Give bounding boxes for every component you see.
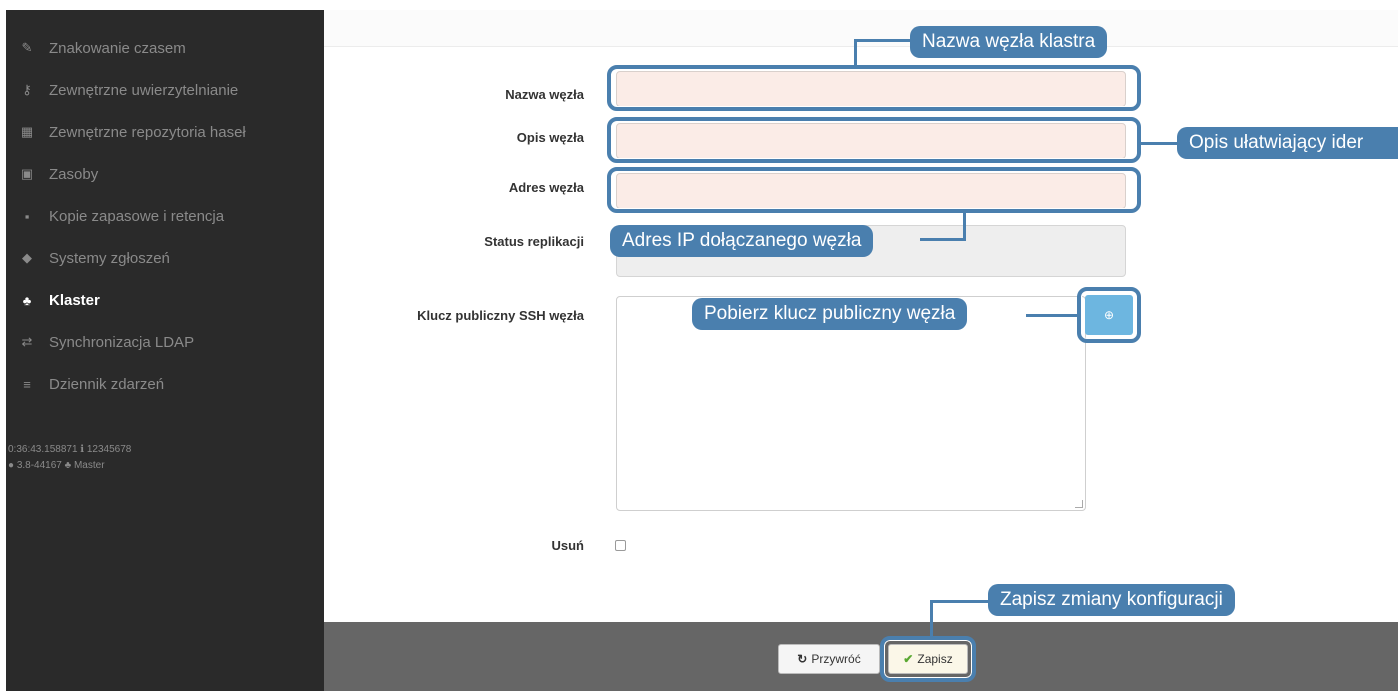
node-name-label: Nazwa węzła: [505, 87, 584, 102]
sidebar-item-external-auth[interactable]: ⚷ Zewnętrzne uwierzytelnianie: [6, 76, 238, 104]
node-address-label: Adres węzła: [508, 180, 584, 195]
connector-line: [930, 600, 933, 638]
sidebar-item-timestamping[interactable]: ✎ Znakowanie czasem: [6, 34, 186, 62]
sidebar: ✎ Znakowanie czasem ⚷ Zewnętrzne uwierzy…: [6, 10, 324, 691]
system-time-line: 0:36:43.158871 ℹ 12345678: [8, 444, 132, 455]
sidebar-item-label: Kopie zapasowe i retencja: [49, 207, 225, 225]
callout-download-key: Pobierz klucz publiczny węzła: [692, 298, 968, 330]
sidebar-item-cluster[interactable]: ♣ Klaster: [6, 286, 100, 314]
resize-grip-icon[interactable]: [1075, 500, 1083, 508]
callout-node-name: Nazwa węzła klastra: [910, 26, 1108, 58]
sidebar-item-event-log[interactable]: ≡ Dziennik zdarzeń: [6, 370, 164, 398]
callout-save: Zapisz zmiany konfiguracji: [988, 584, 1235, 616]
highlight-node-name: [607, 65, 1141, 111]
sidebar-item-label: Klaster: [49, 291, 100, 309]
sidebar-item-label: Zewnętrzne uwierzytelnianie: [49, 81, 239, 99]
sidebar-item-label: Systemy zgłoszeń: [49, 249, 170, 267]
node-desc-label: Opis węzła: [516, 130, 584, 145]
delete-label: Usuń: [551, 538, 585, 553]
connector-line: [920, 238, 966, 241]
sidebar-item-password-repos[interactable]: ▦ Zewnętrzne repozytoria haseł: [6, 118, 246, 146]
image-icon: ▣: [20, 166, 34, 181]
sidebar-item-label: Synchronizacja LDAP: [49, 333, 195, 351]
sidebar-item-label: Zasoby: [49, 165, 99, 183]
system-version-line: ● 3.8-44167 ♣ Master: [8, 460, 105, 471]
archive-icon: ▪: [24, 208, 30, 224]
refresh-icon: ↻: [797, 652, 808, 666]
callout-node-desc: Opis ułatwiający ider: [1177, 127, 1398, 159]
callout-node-address: Adres IP dołączanego węzła: [610, 225, 874, 257]
edit-icon: ✎: [21, 40, 33, 55]
app-root: ✎ Znakowanie czasem ⚷ Zewnętrzne uwierzy…: [0, 0, 1398, 691]
ticket-icon: ◆: [22, 250, 32, 265]
revert-button[interactable]: ↻ Przywróć: [778, 644, 880, 674]
connector-line: [930, 600, 990, 603]
ssh-key-label: Klucz publiczny SSH węzła: [417, 308, 584, 323]
connector-line: [1140, 142, 1178, 145]
highlight-save: [880, 636, 976, 682]
sidebar-item-label: Zewnętrzne repozytoria haseł: [49, 123, 246, 141]
sidebar-item-ticket-systems[interactable]: ◆ Systemy zgłoszeń: [6, 244, 170, 272]
replication-status-label: Status replikacji: [484, 234, 584, 249]
connector-line: [1026, 314, 1078, 317]
sidebar-item-label: Dziennik zdarzeń: [49, 375, 165, 393]
revert-label: Przywróć: [811, 652, 861, 666]
sidebar-item-resources[interactable]: ▣ Zasoby: [6, 160, 98, 188]
sidebar-item-label: Znakowanie czasem: [49, 39, 186, 57]
grid-icon: ▦: [20, 124, 34, 139]
sidebar-item-ldap-sync[interactable]: ⇄ Synchronizacja LDAP: [6, 328, 195, 356]
highlight-download-key: [1077, 287, 1141, 343]
key-icon: ⚷: [22, 82, 32, 97]
delete-checkbox[interactable]: [615, 540, 626, 551]
highlight-node-desc: [607, 117, 1141, 163]
highlight-node-address: [607, 167, 1141, 213]
exchange-icon: ⇄: [21, 334, 33, 349]
list-icon: ≡: [23, 376, 31, 392]
sitemap-icon: ♣: [22, 292, 32, 308]
connector-line: [963, 211, 966, 241]
connector-line: [854, 39, 857, 67]
connector-line: [854, 39, 912, 42]
sidebar-item-backups[interactable]: ▪ Kopie zapasowe i retencja: [6, 202, 224, 230]
